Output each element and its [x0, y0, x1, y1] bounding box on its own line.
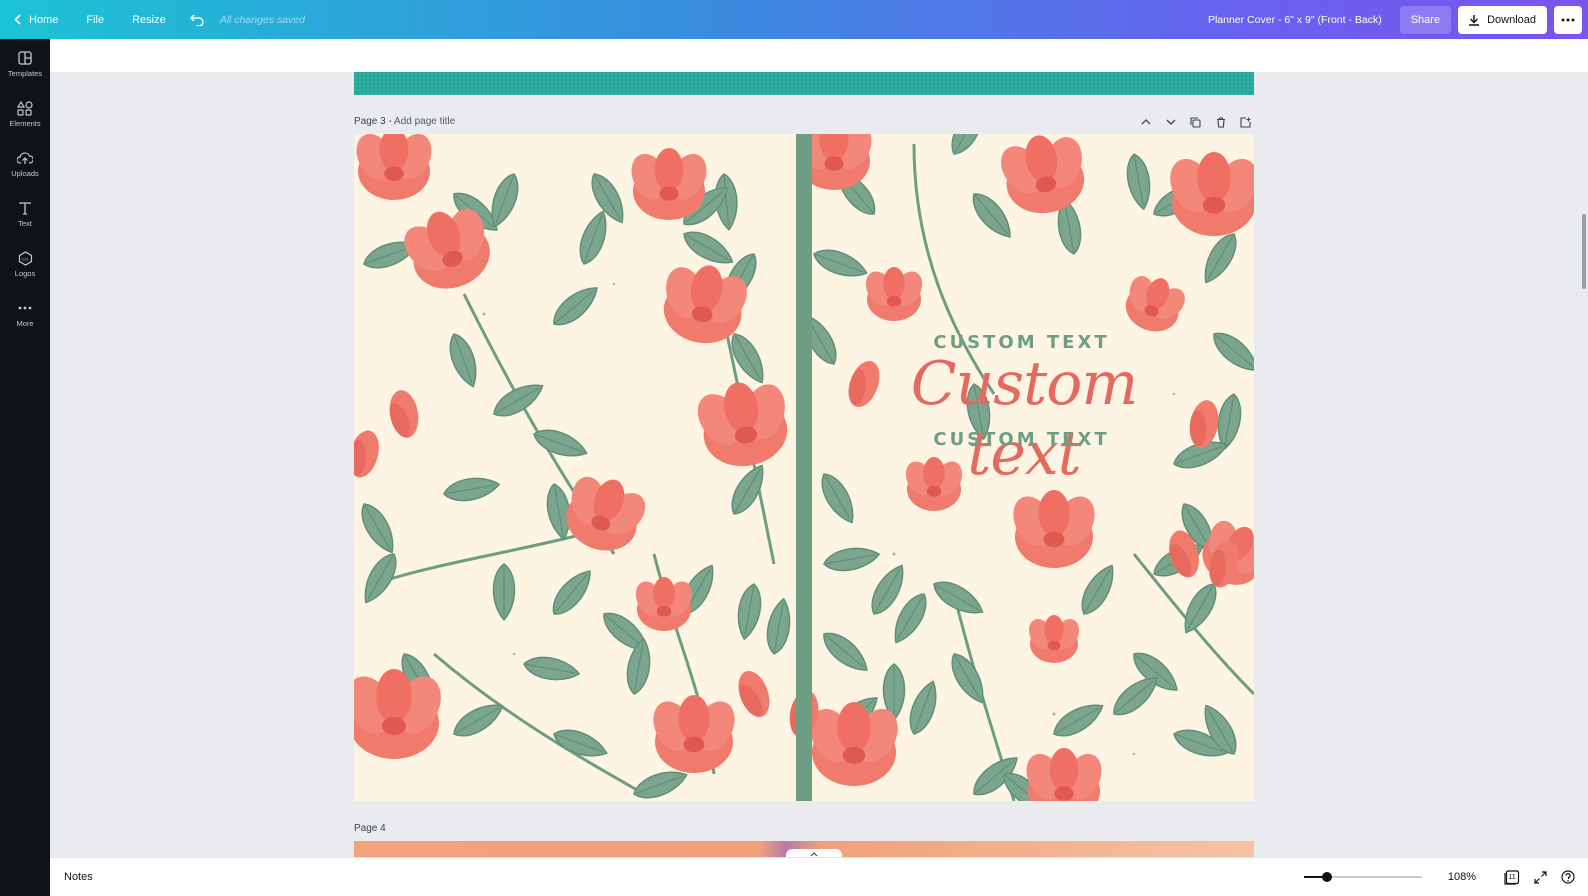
share-label: Share	[1410, 13, 1441, 26]
page-3-number: Page 3 -	[354, 116, 395, 127]
save-status: All changes saved	[219, 13, 305, 26]
notes-button[interactable]: Notes	[64, 871, 93, 883]
page-3-label: Page 3 - Add page title	[354, 116, 455, 127]
svg-text:CO.: CO.	[21, 256, 28, 261]
templates-icon	[18, 50, 32, 66]
sidebar-item-label: Elements	[9, 119, 41, 128]
sidebar-item-label: Templates	[7, 69, 43, 78]
logos-icon: CO.	[18, 250, 33, 266]
sidebar-item-logos[interactable]: CO. Logos	[0, 239, 50, 289]
page-grid-button[interactable]: 11	[1498, 869, 1526, 885]
sidebar-item-label: Logos	[14, 269, 36, 278]
undo-button[interactable]	[180, 0, 214, 39]
undo-icon	[189, 14, 204, 26]
more-icon	[18, 300, 32, 316]
sidebar: Templates Elements Uploads Text CO. Logo…	[0, 39, 50, 896]
text-icon	[19, 200, 31, 216]
sidebar-item-label: Uploads	[11, 169, 39, 178]
page-4-label: Page 4	[354, 823, 386, 834]
resize-label: Resize	[132, 13, 166, 26]
duplicate-page-button[interactable]	[1183, 115, 1208, 129]
add-page-button[interactable]	[1233, 115, 1258, 129]
fullscreen-button[interactable]	[1526, 870, 1554, 884]
sidebar-item-more[interactable]: More	[0, 289, 50, 339]
move-page-up-button[interactable]	[1133, 115, 1158, 129]
page-count: 11	[1508, 873, 1516, 881]
sidebar-item-templates[interactable]: Templates	[0, 39, 50, 89]
more-options-button[interactable]	[1554, 5, 1582, 34]
chevron-down-icon	[1166, 119, 1175, 125]
sidebar-item-label: More	[16, 319, 34, 328]
share-button[interactable]: Share	[1399, 5, 1452, 34]
canvas-area[interactable]: Page 3 - Add page title CUSTOM TEXT Cust…	[50, 39, 1588, 857]
bottom-bar: Notes 108% 11	[50, 857, 1588, 896]
canvas-top-strip	[50, 39, 1588, 72]
add-page-icon	[1240, 116, 1251, 128]
file-label: File	[86, 13, 105, 26]
download-button[interactable]: Download	[1458, 5, 1547, 34]
download-label: Download	[1487, 13, 1536, 26]
delete-page-button[interactable]	[1208, 115, 1233, 129]
home-button[interactable]: Home	[0, 0, 72, 39]
sidebar-item-label: Text	[18, 219, 32, 228]
page-title-input[interactable]: Add page title	[394, 116, 455, 127]
move-page-down-button[interactable]	[1158, 115, 1183, 129]
chevron-up-icon	[1141, 119, 1150, 125]
cover-spine[interactable]	[796, 134, 812, 801]
page-3-canvas[interactable]: CUSTOM TEXT Custom text CUSTOM TEXT	[354, 134, 1254, 801]
expand-icon	[1533, 870, 1547, 884]
chevron-left-icon	[14, 14, 21, 25]
download-icon	[1469, 14, 1480, 26]
help-button[interactable]	[1554, 870, 1582, 884]
cover-script-text[interactable]: Custom text	[874, 349, 1174, 489]
file-menu-button[interactable]: File	[72, 0, 118, 39]
home-label: Home	[29, 13, 59, 26]
resize-button[interactable]: Resize	[118, 0, 180, 39]
vertical-scrollbar[interactable]	[1582, 214, 1586, 289]
top-toolbar: Home File Resize All changes saved Plann…	[0, 0, 1588, 39]
zoom-level[interactable]: 108%	[1442, 871, 1482, 883]
elements-icon	[17, 100, 33, 116]
duplicate-icon	[1190, 116, 1201, 128]
document-title[interactable]: Planner Cover - 6" x 9" (Front - Back)	[1208, 14, 1382, 26]
sidebar-item-uploads[interactable]: Uploads	[0, 139, 50, 189]
sidebar-item-text[interactable]: Text	[0, 189, 50, 239]
page-2-preview[interactable]	[354, 72, 1254, 95]
page-toolbar	[1133, 115, 1258, 129]
chevron-up-icon	[810, 851, 818, 856]
zoom-knob[interactable]	[1322, 872, 1332, 882]
trash-icon	[1216, 116, 1225, 128]
uploads-icon	[17, 150, 33, 166]
expand-pages-button[interactable]	[786, 849, 842, 857]
ellipsis-icon	[1561, 18, 1575, 21]
sidebar-item-elements[interactable]: Elements	[0, 89, 50, 139]
help-icon	[1561, 870, 1575, 884]
cover-bottom-text[interactable]: CUSTOM TEXT	[894, 429, 1149, 450]
zoom-slider[interactable]	[1304, 870, 1422, 884]
